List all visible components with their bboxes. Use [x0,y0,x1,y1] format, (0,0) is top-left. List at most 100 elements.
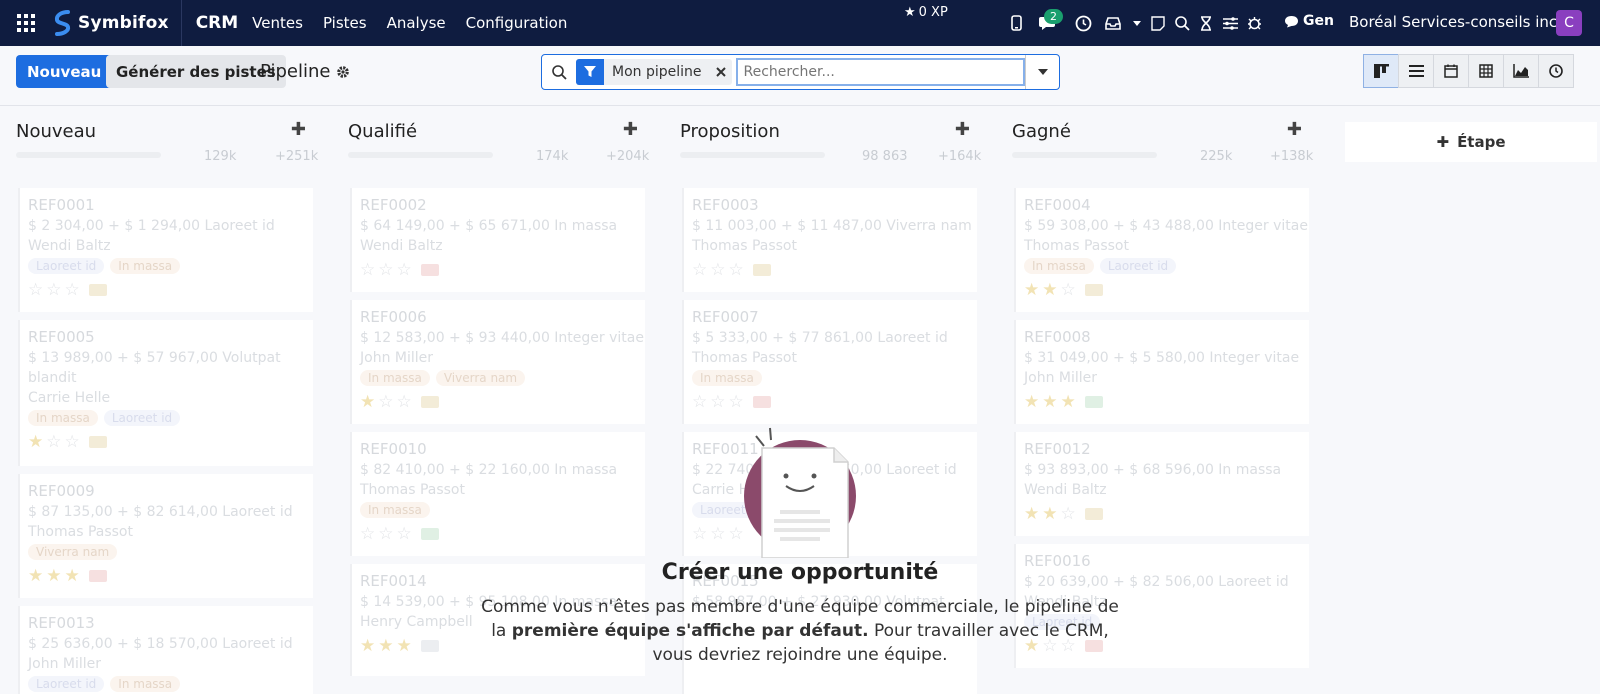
star-icon[interactable]: ☆ [1061,280,1076,300]
pivot-view-icon[interactable] [1468,54,1504,88]
menu-ventes[interactable]: Ventes [252,14,303,32]
gen-button[interactable]: Gen [1284,13,1334,29]
kanban-card[interactable]: REF0004 $ 59 308,00 + $ 43 488,00 Intege… [1014,188,1309,312]
kanban-card[interactable]: REF0005 $ 13 989,00 + $ 57 967,00 Volutp… [18,320,313,466]
star-icon[interactable]: ☆ [692,392,707,412]
new-button[interactable]: Nouveau [16,55,113,88]
star-icon[interactable]: ☆ [729,260,744,280]
gear-icon[interactable] [336,65,350,79]
star-icon[interactable]: ★ [360,636,375,656]
star-icon[interactable]: ★ [46,566,61,586]
star-icon[interactable]: ☆ [378,524,393,544]
star-icon[interactable]: ☆ [397,392,412,412]
plus-icon[interactable]: ✚ [291,119,306,140]
star-icon[interactable]: ★ [1024,392,1039,412]
list-view-icon[interactable] [1398,54,1434,88]
star-icon[interactable]: ★ [1024,280,1039,300]
flag-icon [88,436,107,448]
card-amount: $ 59 308,00 + $ 43 488,00 Integer vitae [1024,218,1308,234]
plus-icon[interactable]: ✚ [623,119,638,140]
card-tag: In massa [110,258,181,274]
caret-down-icon[interactable] [1128,0,1146,46]
star-icon[interactable]: ★ [1042,392,1057,412]
star-icon[interactable]: ☆ [46,280,61,300]
company-switcher[interactable]: Boréal Services-conseils inc. [1349,13,1562,31]
star-icon[interactable]: ☆ [65,280,80,300]
generate-leads-button[interactable]: Générer des pistes [106,55,286,88]
star-icon[interactable]: ☆ [46,432,61,452]
column-title: Qualifié [348,121,418,142]
kanban-card[interactable]: REF0002 $ 64 149,00 + $ 65 671,00 In mas… [350,188,645,292]
kanban-card[interactable]: REF0001 $ 2 304,00 + $ 1 294,00 Laoreet … [18,188,313,312]
menu-analyse[interactable]: Analyse [387,14,446,32]
star-icon[interactable]: ☆ [692,260,707,280]
kanban-column-nouveau: Nouveau ✚ 129k +251k REF0001 $ 2 304,00 … [0,106,319,694]
column-sum-extra: +138k [1270,149,1314,164]
helper-title: Créer une opportunité [661,560,939,585]
chevron-down-icon[interactable] [1025,55,1059,89]
kanban-card[interactable]: REF0008 $ 31 049,00 + $ 5 580,00 Integer… [1014,320,1309,424]
card-amount: $ 87 135,00 + $ 82 614,00 Laoreet id [28,504,293,520]
phone-icon[interactable] [1004,0,1028,46]
search-icon[interactable] [542,64,576,80]
search-icon[interactable] [1170,0,1194,46]
flag-icon [1084,396,1103,408]
calendar-view-icon[interactable] [1433,54,1469,88]
kanban-card[interactable]: REF0013 $ 25 636,00 + $ 18 570,00 Laoree… [18,606,313,694]
sliders-icon[interactable] [1218,0,1242,46]
star-icon[interactable]: ☆ [710,392,725,412]
add-stage-button[interactable]: ✚ Étape [1345,122,1597,162]
plus-icon[interactable]: ✚ [1287,119,1302,140]
column-title: Nouveau [16,121,97,142]
card-ref: REF0008 [1024,328,1091,346]
star-icon[interactable]: ☆ [397,260,412,280]
user-avatar[interactable]: C [1556,10,1582,36]
star-icon[interactable]: ★ [360,392,375,412]
menu-pistes[interactable]: Pistes [323,14,367,32]
note-icon[interactable] [1146,0,1170,46]
star-icon[interactable]: ★ [397,636,412,656]
star-icon[interactable]: ★ [1042,280,1057,300]
card-tag: Viverra nam [435,370,526,386]
plus-icon[interactable]: ✚ [955,119,970,140]
clock-icon[interactable] [1068,0,1098,46]
card-person: John Miller [1024,370,1098,386]
column-sum-extra: +251k [275,149,319,164]
star-icon[interactable]: ☆ [28,280,43,300]
star-icon[interactable]: ☆ [65,432,80,452]
hourglass-icon[interactable] [1194,0,1218,46]
star-icon[interactable]: ☆ [378,392,393,412]
star-icon[interactable]: ☆ [397,524,412,544]
star-icon[interactable]: ☆ [360,524,375,544]
inbox-icon[interactable] [1098,0,1128,46]
kanban-card[interactable]: REF0007 $ 5 333,00 + $ 77 861,00 Laoreet… [682,300,977,424]
close-icon[interactable] [710,67,732,77]
app-name[interactable]: CRM [196,13,238,33]
flag-icon [752,264,771,276]
star-icon[interactable]: ☆ [360,260,375,280]
star-icon[interactable]: ★ [28,566,43,586]
star-icon[interactable]: ☆ [729,392,744,412]
kanban-view-icon[interactable] [1363,54,1399,88]
brand[interactable]: Symbifox [52,0,182,46]
graph-view-icon[interactable] [1503,54,1539,88]
card-ref: REF0001 [28,196,95,214]
star-icon[interactable]: ★ [65,566,80,586]
star-icon[interactable]: ★ [378,636,393,656]
column-title: Gagné [1012,121,1071,142]
app-grid-icon[interactable] [0,0,52,46]
search-input[interactable] [735,58,1025,86]
xp-indicator[interactable]: ★ 0 XP [904,5,948,20]
kanban-card[interactable]: REF0009 $ 87 135,00 + $ 82 614,00 Laoree… [18,474,313,598]
star-icon[interactable]: ☆ [710,260,725,280]
bug-icon[interactable] [1242,0,1266,46]
brand-name: Symbifox [78,13,169,33]
activity-view-icon[interactable] [1538,54,1574,88]
kanban-card[interactable]: REF0003 $ 11 003,00 + $ 11 487,00 Viverr… [682,188,977,292]
menu-configuration[interactable]: Configuration [466,14,568,32]
kanban-card[interactable]: REF0006 $ 12 583,00 + $ 93 440,00 Intege… [350,300,645,424]
star-icon[interactable]: ★ [28,432,43,452]
chat-icon[interactable]: 2 [1028,0,1068,46]
star-icon[interactable]: ★ [1061,392,1076,412]
star-icon[interactable]: ☆ [378,260,393,280]
